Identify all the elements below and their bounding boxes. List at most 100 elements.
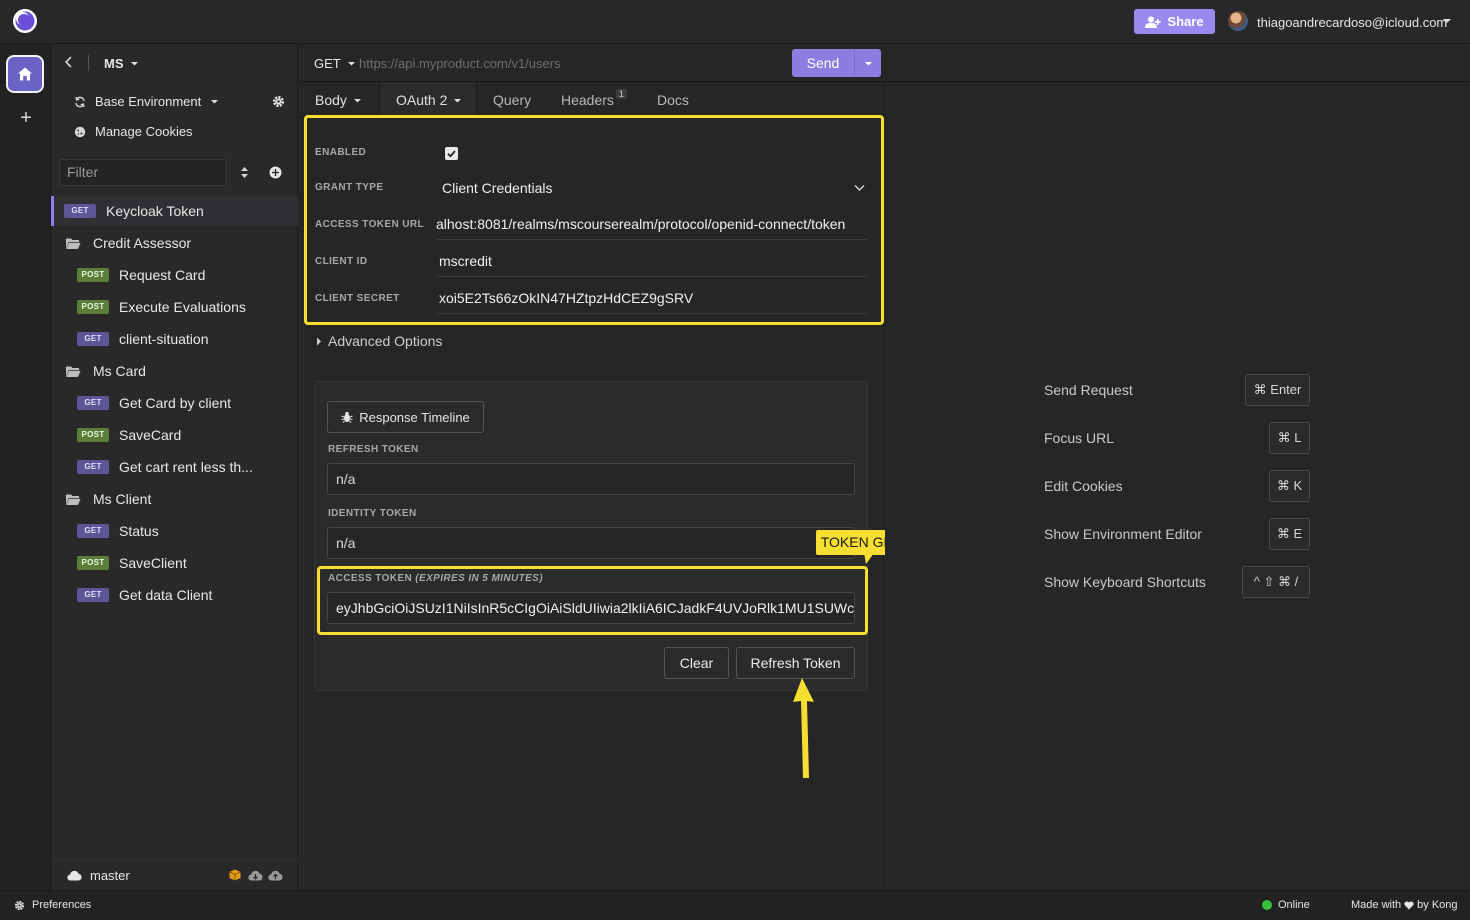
tab-label: Docs: [657, 92, 689, 108]
back-button[interactable]: [64, 55, 74, 69]
tab-auth[interactable]: OAuth 2: [396, 82, 462, 118]
gear-icon[interactable]: [272, 95, 285, 108]
sidebar-item-keycloak-token[interactable]: GET Keycloak Token: [64, 203, 204, 219]
sidebar-folder-credit-assessor[interactable]: Credit Assessor: [65, 235, 191, 251]
shortcut-label: Show Environment Editor: [1044, 526, 1202, 542]
project-strip: [0, 44, 51, 890]
sidebar-item-label: SaveCard: [119, 427, 182, 443]
sidebar-item-savecard[interactable]: POST SaveCard: [77, 427, 181, 443]
send-options-button[interactable]: [854, 49, 881, 77]
insomnia-logo-icon[interactable]: [12, 8, 38, 34]
made-with-credit[interactable]: Made with by Kong: [1351, 899, 1458, 911]
sidebar-item-label: Get data Client: [119, 587, 213, 603]
method-label: GET: [314, 56, 341, 71]
made-with-prefix: Made with: [1351, 899, 1402, 911]
refresh-token-button[interactable]: Refresh Token: [736, 647, 855, 679]
preferences-button[interactable]: Preferences: [14, 899, 91, 911]
chevron-down-icon: [130, 62, 138, 66]
branch-selector[interactable]: master: [67, 868, 130, 883]
sort-icon[interactable]: [240, 166, 249, 179]
tab-body[interactable]: Body: [315, 82, 362, 118]
refresh-token-label: REFRESH TOKEN: [328, 444, 419, 455]
advanced-options-label: Advanced Options: [328, 333, 443, 349]
sidebar-item-label: Ms Client: [93, 491, 152, 507]
tab-query[interactable]: Query: [493, 82, 531, 118]
send-label: Send: [806, 55, 840, 71]
shortcut-key: ⌘ E: [1269, 518, 1310, 550]
home-button[interactable]: [6, 55, 44, 93]
method-badge: POST: [77, 300, 109, 314]
folder-open-icon: [66, 238, 81, 249]
method-badge: POST: [77, 428, 109, 442]
package-icon[interactable]: [229, 869, 241, 881]
manage-cookies-label: Manage Cookies: [95, 124, 193, 139]
sidebar-item-get-cart-rent[interactable]: GET Get cart rent less th...: [77, 459, 253, 475]
sidebar-item-get-card-by-client[interactable]: GET Get Card by client: [77, 395, 231, 411]
callout-tail: [862, 553, 876, 565]
sidebar-item-label: Status: [119, 523, 159, 539]
gear-icon: [14, 900, 25, 910]
chevron-down-icon[interactable]: [1442, 17, 1452, 25]
chevron-down-icon: [864, 61, 872, 65]
sidebar-item-label: Ms Card: [93, 363, 146, 379]
sidebar-item-label: Get cart rent less th...: [119, 459, 253, 475]
share-label: Share: [1167, 14, 1204, 29]
filter-input[interactable]: Filter: [59, 159, 227, 186]
sidebar-item-status[interactable]: GET Status: [77, 523, 159, 539]
sidebar-folder-ms-client[interactable]: Ms Client: [65, 491, 151, 507]
chevron-down-icon: [353, 98, 361, 102]
sidebar-item-request-card[interactable]: POST Request Card: [77, 267, 205, 283]
method-badge: GET: [77, 588, 109, 602]
method-badge: POST: [77, 556, 109, 570]
chevron-down-icon: [347, 62, 355, 66]
tab-headers[interactable]: Headers 1: [561, 82, 627, 118]
shortcut-label: Show Keyboard Shortcuts: [1044, 574, 1206, 590]
headers-count-badge: 1: [615, 89, 627, 99]
project-selector[interactable]: MS: [104, 56, 139, 71]
avatar[interactable]: [1228, 11, 1248, 31]
environment-selector[interactable]: Base Environment: [74, 94, 219, 109]
sidebar-folder-ms-card[interactable]: Ms Card: [65, 363, 146, 379]
send-button[interactable]: Send: [792, 49, 881, 77]
identity-token-input[interactable]: n/a: [327, 527, 855, 559]
tab-label: OAuth 2: [396, 92, 448, 108]
sidebar-item-label: Execute Evaluations: [119, 299, 246, 315]
user-email[interactable]: thiagoandrecardoso@icloud.com: [1257, 15, 1447, 30]
manage-cookies-button[interactable]: Manage Cookies: [74, 124, 193, 139]
cloud-download-icon[interactable]: [248, 870, 263, 881]
cloud-icon: [67, 870, 82, 881]
annotation-highlight: [317, 566, 868, 635]
cloud-upload-icon[interactable]: [268, 870, 283, 881]
shortcut-label: Send Request: [1044, 382, 1133, 398]
clear-button[interactable]: Clear: [664, 647, 729, 679]
add-circle-icon[interactable]: [269, 166, 282, 179]
sidebar-item-client-situation[interactable]: GET client-situation: [77, 331, 209, 347]
status-bar: [0, 890, 1470, 920]
tab-docs[interactable]: Docs: [657, 82, 689, 118]
sidebar-item-saveclient[interactable]: POST SaveClient: [77, 555, 187, 571]
preferences-label: Preferences: [32, 899, 92, 911]
shortcut-key: ⌘ L: [1269, 422, 1310, 454]
sidebar-item-get-data-client[interactable]: GET Get data Client: [77, 587, 212, 603]
tab-label: Headers: [561, 92, 614, 108]
annotation-arrow: [788, 678, 818, 782]
method-badge: GET: [64, 204, 96, 218]
shortcut-key: ^ ⇧ ⌘ /: [1242, 566, 1310, 598]
add-project-icon[interactable]: +: [16, 108, 36, 128]
add-user-icon: [1145, 16, 1162, 28]
chevron-down-icon: [211, 100, 219, 104]
advanced-options-toggle[interactable]: Advanced Options: [316, 333, 442, 349]
shortcut-label: Focus URL: [1044, 430, 1115, 446]
sidebar-item-execute-evaluations[interactable]: POST Execute Evaluations: [77, 299, 246, 315]
home-icon: [17, 66, 33, 82]
method-badge: GET: [77, 524, 109, 538]
sidebar-item-label: Request Card: [119, 267, 206, 283]
refresh-token-input[interactable]: n/a: [327, 463, 855, 495]
method-selector[interactable]: GET: [314, 56, 356, 71]
share-button[interactable]: Share: [1134, 9, 1215, 34]
identity-token-label: IDENTITY TOKEN: [328, 508, 417, 519]
response-timeline-button[interactable]: Response Timeline: [327, 401, 484, 433]
online-status: Online: [1262, 899, 1310, 911]
url-input[interactable]: https://api.myproduct.com/v1/users: [359, 56, 561, 71]
method-badge: POST: [77, 268, 109, 282]
